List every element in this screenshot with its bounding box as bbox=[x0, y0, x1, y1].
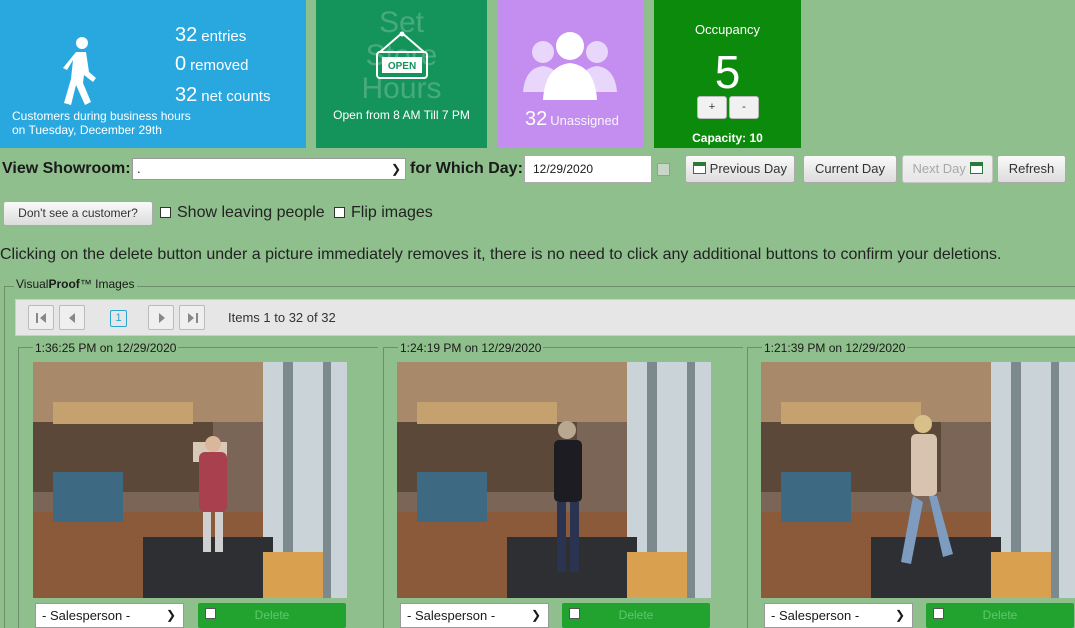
walking-person-icon bbox=[63, 37, 96, 105]
prev-page-icon bbox=[69, 313, 75, 323]
delete-label: Delete bbox=[618, 608, 654, 622]
visualproof-legend: VisualProof™ Images bbox=[14, 277, 137, 291]
show-leaving-option[interactable]: Show leaving people bbox=[160, 204, 325, 222]
showroom-value: . bbox=[137, 161, 141, 176]
salesperson-select[interactable]: - Salesperson - ❯ bbox=[35, 603, 184, 628]
legend-bold: Proof bbox=[48, 277, 80, 291]
store-hours-caption: Open from 8 AM Till 7 PM bbox=[333, 108, 470, 122]
open-sign-text: OPEN bbox=[388, 61, 416, 72]
flip-images-option[interactable]: Flip images bbox=[334, 204, 433, 222]
caption-line-1: Customers during business hours bbox=[12, 109, 191, 123]
calendar-icon bbox=[969, 162, 983, 174]
removed-stat: 0 removed bbox=[175, 53, 248, 76]
delete-button[interactable]: Delete bbox=[926, 603, 1074, 628]
legend-prefix: Visual bbox=[16, 277, 49, 291]
entries-value: 32 bbox=[175, 24, 198, 46]
next-day-button[interactable]: Next Day bbox=[902, 155, 993, 183]
first-page-icon bbox=[36, 313, 46, 323]
previous-day-button[interactable]: Previous Day bbox=[685, 155, 795, 183]
flip-images-checkbox[interactable] bbox=[334, 207, 345, 218]
chevron-down-icon: ❯ bbox=[390, 162, 401, 176]
store-camera-image bbox=[33, 362, 347, 598]
next-page-icon bbox=[159, 313, 165, 323]
salesperson-select[interactable]: - Salesperson - ❯ bbox=[400, 603, 549, 628]
chevron-down-icon: ❯ bbox=[530, 608, 541, 622]
occupancy-value: 5 bbox=[714, 46, 741, 98]
calendar-icon[interactable] bbox=[657, 163, 670, 176]
refresh-button[interactable]: Refresh bbox=[997, 155, 1066, 183]
store-hours-tile[interactable]: Set Store Hours OPEN Open from 8 AM Till… bbox=[316, 0, 487, 148]
delete-notice: Clicking on the delete button under a pi… bbox=[0, 246, 1002, 263]
chevron-down-icon: ❯ bbox=[894, 608, 905, 622]
people-group-icon bbox=[523, 32, 617, 100]
store-camera-image bbox=[397, 362, 711, 598]
next-page-button[interactable] bbox=[148, 305, 174, 330]
unassigned-count: 32 Unassigned bbox=[525, 108, 619, 131]
net-value: 32 bbox=[175, 84, 198, 106]
unassigned-tile: 32 Unassigned bbox=[497, 0, 644, 148]
card-timestamp: 1:24:19 PM on 12/29/2020 bbox=[398, 341, 544, 355]
first-page-button[interactable] bbox=[28, 305, 54, 330]
store-camera-image bbox=[761, 362, 1075, 598]
salesperson-value: - Salesperson - bbox=[42, 608, 131, 623]
dont-see-customer-button[interactable]: Don't see a customer? bbox=[3, 201, 153, 226]
showroom-select[interactable]: . ❯ bbox=[132, 158, 406, 180]
caption-line-2: on Tuesday, December 29th bbox=[12, 123, 162, 137]
current-page-number[interactable]: 1 bbox=[110, 310, 127, 327]
customer-photo[interactable] bbox=[761, 362, 1075, 598]
occupancy-capacity: Capacity: 10 bbox=[692, 131, 763, 145]
next-day-label: Next Day bbox=[912, 161, 966, 176]
day-label: for Which Day: bbox=[410, 160, 523, 177]
customer-photo[interactable] bbox=[33, 362, 347, 598]
items-info: Items 1 to 32 of 32 bbox=[228, 310, 336, 325]
removed-label: removed bbox=[190, 57, 249, 74]
card-timestamp: 1:21:39 PM on 12/29/2020 bbox=[762, 341, 908, 355]
net-counts-stat: 32 net counts bbox=[175, 84, 270, 107]
last-page-icon bbox=[188, 313, 198, 323]
delete-button[interactable]: Delete bbox=[198, 603, 346, 628]
card-timestamp: 1:36:25 PM on 12/29/2020 bbox=[33, 341, 179, 355]
last-page-button[interactable] bbox=[179, 305, 205, 330]
removed-value: 0 bbox=[175, 53, 187, 75]
show-leaving-checkbox[interactable] bbox=[160, 207, 171, 218]
open-sign-icon: OPEN bbox=[376, 31, 428, 79]
salesperson-select[interactable]: - Salesperson - ❯ bbox=[764, 603, 913, 628]
show-leaving-label: Show leaving people bbox=[177, 204, 325, 221]
occupancy-increment-button[interactable]: + bbox=[697, 96, 727, 119]
salesperson-value: - Salesperson - bbox=[407, 608, 496, 623]
occupancy-decrement-button[interactable]: - bbox=[729, 96, 759, 119]
net-label: net counts bbox=[201, 88, 271, 105]
delete-label: Delete bbox=[982, 608, 1018, 622]
date-input[interactable]: 12/29/2020 bbox=[524, 155, 652, 183]
entries-label: entries bbox=[201, 28, 247, 45]
customer-photo[interactable] bbox=[397, 362, 711, 598]
customers-caption: Customers during business hours on Tuesd… bbox=[12, 109, 191, 137]
unassigned-value: 32 bbox=[525, 108, 548, 130]
previous-day-label: Previous Day bbox=[709, 161, 787, 176]
occupancy-tile: Occupancy 5 + - Capacity: 10 bbox=[654, 0, 801, 148]
legend-suffix: ™ Images bbox=[79, 277, 135, 291]
current-day-button[interactable]: Current Day bbox=[803, 155, 897, 183]
salesperson-value: - Salesperson - bbox=[771, 608, 860, 623]
flip-images-label: Flip images bbox=[351, 204, 433, 221]
pager: 1 Items 1 to 32 of 32 bbox=[15, 299, 1075, 336]
entries-stat: 32 entries bbox=[175, 24, 246, 47]
prev-page-button[interactable] bbox=[59, 305, 85, 330]
chevron-down-icon: ❯ bbox=[165, 608, 176, 622]
customers-tile: 32 entries 0 removed 32 net counts Customer… bbox=[0, 0, 306, 148]
delete-button[interactable]: Delete bbox=[562, 603, 710, 628]
showroom-label: View Showroom: bbox=[2, 160, 131, 177]
occupancy-title: Occupancy bbox=[694, 22, 761, 37]
delete-label: Delete bbox=[254, 608, 290, 622]
unassigned-label: Unassigned bbox=[550, 113, 619, 128]
calendar-icon bbox=[693, 162, 707, 174]
